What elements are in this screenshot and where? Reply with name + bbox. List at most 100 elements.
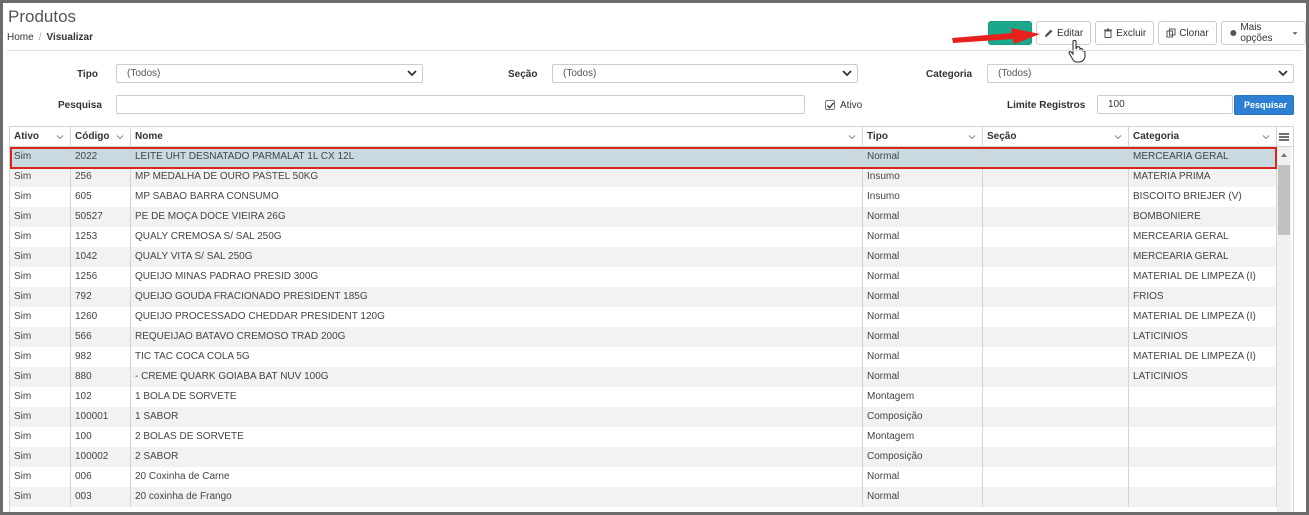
tipo-label: Tipo	[77, 69, 98, 80]
cell-nome: QUALY CREMOSA S/ SAL 250G	[131, 227, 863, 247]
cell-ativo: Sim	[10, 447, 71, 467]
cell-secao	[983, 407, 1129, 427]
cell-tipo: Composição	[863, 407, 983, 427]
table-row[interactable]: Sim 1253 QUALY CREMOSA S/ SAL 250G Normal ME…	[10, 227, 1279, 247]
cell-secao	[983, 347, 1129, 367]
pesquisar-button[interactable]: Pesquisar	[1234, 95, 1294, 115]
cell-secao	[983, 267, 1129, 287]
cell-secao	[983, 287, 1129, 307]
cell-secao	[983, 367, 1129, 387]
cell-secao	[983, 327, 1129, 347]
table-row[interactable]: Sim 1260 QUEIJO PROCESSADO CHEDDAR PRESIDE…	[10, 307, 1279, 327]
trash-icon	[1104, 28, 1113, 38]
cell-nome: QUEIJO MINAS PADRAO PRESID 300G	[131, 267, 863, 287]
categoria-label: Categoria	[926, 69, 973, 80]
header-divider	[7, 50, 1302, 51]
column-header-tipo[interactable]: Tipo	[863, 127, 983, 147]
table-row[interactable]: Sim 100002 2 SABOR Composição	[10, 447, 1279, 467]
column-header-label: Nome	[135, 131, 163, 142]
cell-secao	[983, 227, 1129, 247]
circle-icon	[1229, 29, 1237, 37]
cell-categoria	[1129, 407, 1277, 427]
cell-categoria: MERCEARIA GERAL	[1129, 247, 1277, 267]
hand-cursor-icon	[1068, 40, 1086, 63]
column-header-secao[interactable]: Seção	[983, 127, 1129, 147]
cell-tipo: Normal	[863, 227, 983, 247]
cell-secao	[983, 467, 1129, 487]
cell-codigo: 100002	[71, 447, 131, 467]
excluir-button[interactable]: Excluir	[1095, 21, 1155, 45]
check-icon	[826, 102, 835, 109]
cell-tipo: Insumo	[863, 167, 983, 187]
table-row[interactable]: Sim 566 REQUEIJAO BATAVO CREMOSO TRAD 200G…	[10, 327, 1279, 347]
table-row[interactable]: Sim 100001 1 SABOR Composição	[10, 407, 1279, 427]
cell-nome: REQUEIJAO BATAVO CREMOSO TRAD 200G	[131, 327, 863, 347]
column-header-ativo[interactable]: Ativo	[10, 127, 71, 147]
excluir-label: Excluir	[1116, 27, 1147, 39]
red-arrow-annotation	[952, 28, 1040, 44]
cell-nome: QUEIJO PROCESSADO CHEDDAR PRESIDENT 120G	[131, 307, 863, 327]
table-row[interactable]: Sim 1256 QUEIJO MINAS PADRAO PRESID 300G No…	[10, 267, 1279, 287]
grid-scrollbar[interactable]	[1277, 147, 1291, 512]
cell-nome: QUALY VITA S/ SAL 250G	[131, 247, 863, 267]
cell-nome: 20 Coxinha de Carne	[131, 467, 863, 487]
hamburger-menu-icon[interactable]	[1277, 130, 1291, 144]
chevron-down-icon	[1278, 70, 1288, 77]
tipo-select[interactable]: (Todos)	[116, 64, 423, 83]
caret-down-icon	[1292, 31, 1298, 35]
app-frame: Produtos Home / Visualizar Editar Excluir …	[0, 0, 1309, 515]
limite-input[interactable]: 100	[1097, 95, 1233, 114]
cell-codigo: 1253	[71, 227, 131, 247]
cell-ativo: Sim	[10, 467, 71, 487]
table-row[interactable]: Sim 006 20 Coxinha de Carne Normal	[10, 467, 1279, 487]
table-row[interactable]: Sim 50527 PE DE MOÇA DOCE VIEIRA 26G Normal…	[10, 207, 1279, 227]
cell-ativo: Sim	[10, 347, 71, 367]
cell-codigo: 102	[71, 387, 131, 407]
column-header-codigo[interactable]: Código	[71, 127, 131, 147]
cell-codigo: 50527	[71, 207, 131, 227]
cell-secao	[983, 167, 1129, 187]
clonar-button[interactable]: Clonar	[1158, 21, 1217, 45]
cell-secao	[983, 387, 1129, 407]
cell-categoria: FRIOS	[1129, 287, 1277, 307]
cell-codigo: 1042	[71, 247, 131, 267]
mais-opcoes-button[interactable]: Mais opções	[1220, 21, 1306, 45]
scroll-up-icon[interactable]	[1280, 151, 1288, 159]
table-row[interactable]: Sim 880- CREME QUARK GOIABA BAT NUV 100G N…	[10, 367, 1279, 387]
column-header-label: Ativo	[14, 131, 39, 142]
column-header-label: Seção	[987, 131, 1017, 142]
ativo-checkbox[interactable]	[825, 100, 835, 110]
breadcrumb-separator: /	[38, 32, 42, 43]
table-row[interactable]: Sim 982 TIC TAC COCA COLA 5G Normal MATERIAL…	[10, 347, 1279, 367]
limite-label: Limite Registros	[1007, 100, 1086, 111]
cell-codigo: 1256	[71, 267, 131, 287]
table-row[interactable]: Sim 1042 QUALY VITA S/ SAL 250G Normal MERCE…	[10, 247, 1279, 267]
column-header-categoria[interactable]: Categoria	[1129, 127, 1277, 147]
cell-ativo: Sim	[10, 187, 71, 207]
products-grid: Ativo Código Nome Tipo Seção Categoria S…	[9, 126, 1294, 512]
cell-tipo: Normal	[863, 467, 983, 487]
table-row[interactable]: Sim 792 QUEIJO GOUDA FRACIONADO PRESIDENT …	[10, 287, 1279, 307]
cell-ativo: Sim	[10, 167, 71, 187]
categoria-select[interactable]: (Todos)	[987, 64, 1294, 83]
table-row[interactable]: Sim 605 MP SABAO BARRA CONSUMO Insumo BISCOI…	[10, 187, 1279, 207]
secao-select[interactable]: (Todos)	[552, 64, 858, 83]
table-row[interactable]: Sim 256 MP MEDALHA DE OURO PASTEL 50KG Insu…	[10, 167, 1279, 187]
cell-ativo: Sim	[10, 307, 71, 327]
column-header-nome[interactable]: Nome	[131, 127, 863, 147]
pesquisa-input[interactable]	[116, 95, 805, 114]
cell-tipo: Normal	[863, 307, 983, 327]
chevron-down-icon	[56, 135, 64, 140]
table-row[interactable]: Sim 102 1 BOLA DE SORVETE Montagem	[10, 387, 1279, 407]
table-row[interactable]: Sim 003 20 coxinha de Frango Normal	[10, 487, 1279, 507]
secao-select-value: (Todos)	[563, 68, 597, 79]
copy-icon	[1166, 28, 1176, 38]
scrollbar-thumb[interactable]	[1278, 165, 1290, 235]
cell-ativo: Sim	[10, 407, 71, 427]
breadcrumb-home[interactable]: Home	[7, 32, 34, 43]
clonar-label: Clonar	[1179, 27, 1209, 39]
cell-categoria: BISCOITO BRIEJER (V)	[1129, 187, 1277, 207]
table-row[interactable]: Sim 100 2 BOLAS DE SORVETE Montagem	[10, 427, 1279, 447]
pesquisa-label: Pesquisa	[58, 100, 102, 111]
cell-secao	[983, 187, 1129, 207]
